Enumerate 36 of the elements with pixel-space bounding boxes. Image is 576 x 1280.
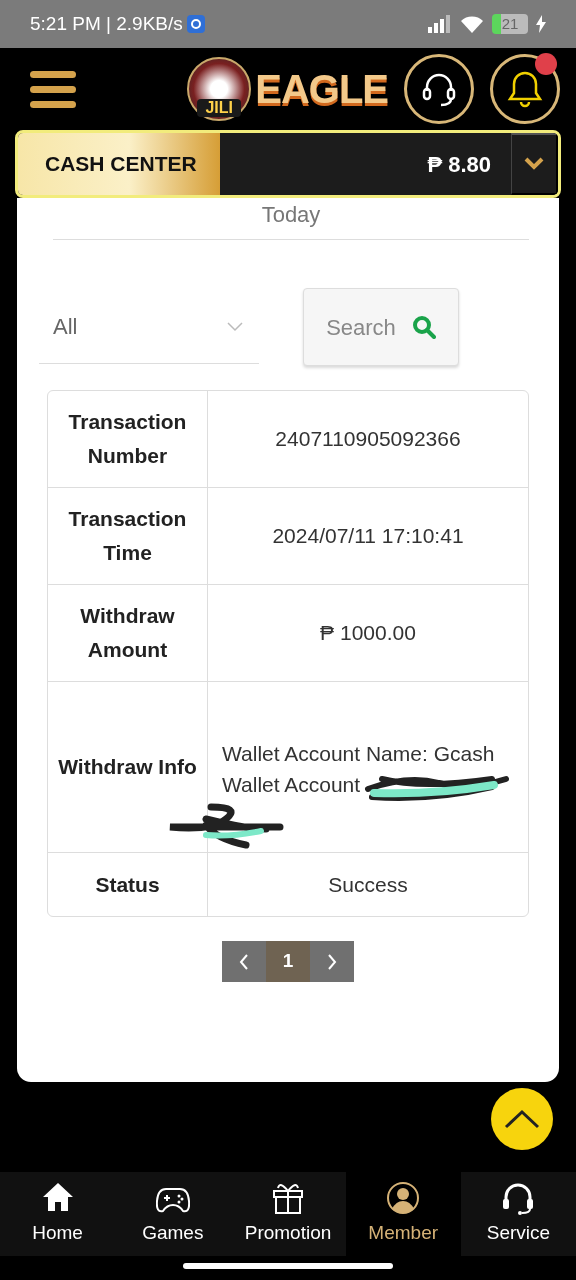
bell-icon: [505, 69, 545, 109]
chevron-up-icon: [504, 1109, 540, 1129]
next-page-button[interactable]: [310, 941, 354, 982]
chevron-left-icon: [239, 953, 249, 970]
detail-value: ₱ 1000.00: [320, 620, 416, 647]
wifi-icon: [460, 15, 484, 33]
balance-amount: ₱ 8.80: [426, 150, 492, 179]
page-button[interactable]: 1: [266, 941, 310, 982]
detail-value: 2024/07/11 17:10:41: [272, 523, 464, 550]
battery-indicator: 21: [492, 14, 528, 34]
chevron-right-icon: [327, 953, 337, 970]
person-icon: [386, 1180, 421, 1215]
logo-text: EAGLE: [255, 66, 388, 113]
detail-label: Status: [48, 853, 208, 916]
detail-label: Withdraw Info: [48, 682, 208, 852]
detail-value: 2407110905092366: [275, 426, 461, 453]
date-filter[interactable]: Today: [53, 198, 529, 240]
chevron-down-icon: [227, 321, 243, 332]
detail-value: Success: [328, 871, 408, 898]
type-filter[interactable]: All: [39, 290, 259, 364]
signal-icon: [428, 15, 452, 33]
search-icon: [411, 315, 436, 339]
logo-emblem: JILI: [187, 57, 252, 121]
app-notification-icon: [186, 15, 205, 33]
detail-value: Wallet Account Name: Gcash: [222, 740, 495, 767]
previous-page-button[interactable]: [222, 941, 266, 982]
status-time: 5:21 PM | 2.9KB/s: [30, 11, 183, 36]
menu-icon[interactable]: [30, 69, 76, 109]
balance-dropdown[interactable]: [511, 133, 558, 195]
detail-label: Transaction Time: [48, 488, 208, 584]
nav-tab[interactable]: Member: [345, 1172, 461, 1256]
chevron-down-icon: [524, 157, 544, 171]
detail-label: Transaction Number: [48, 391, 208, 487]
cash-center-label: CASH CENTER: [18, 133, 220, 195]
detail-value: Wallet Account: [222, 772, 361, 798]
detail-label: Withdraw Amount: [48, 585, 208, 681]
